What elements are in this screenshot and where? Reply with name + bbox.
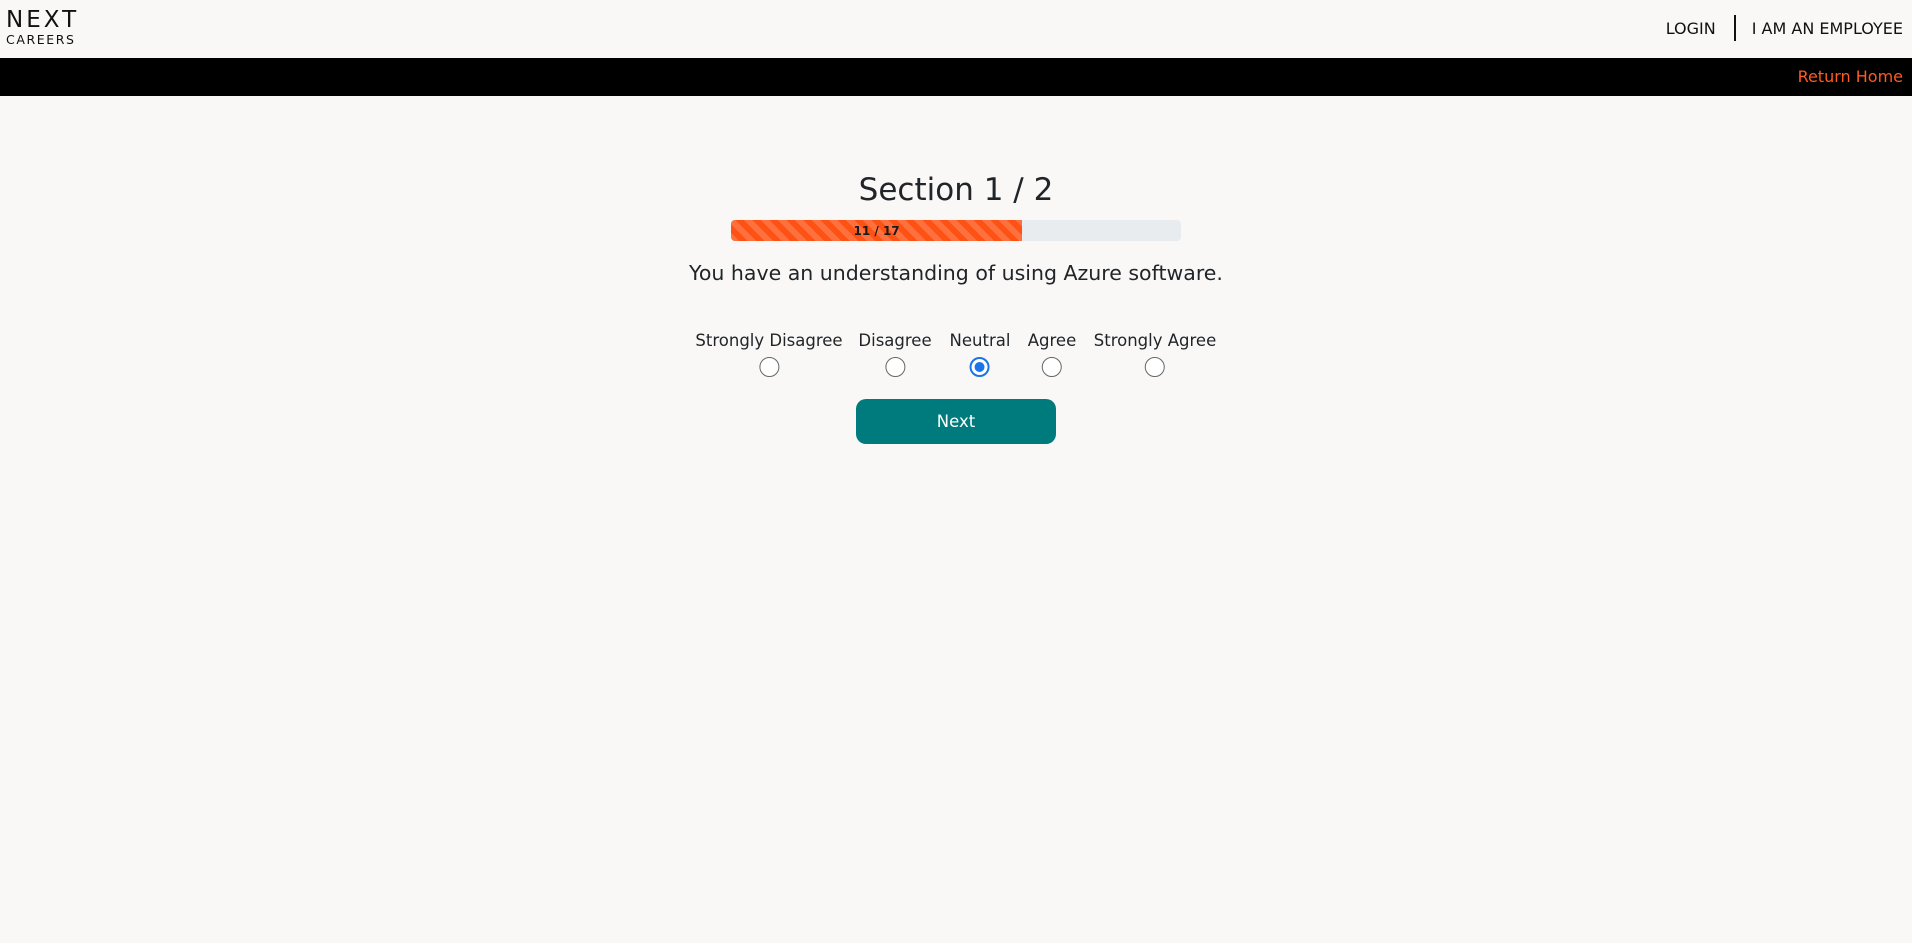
option-neutral[interactable]: Neutral	[949, 330, 1011, 377]
question-text: You have an understanding of using Azure…	[689, 261, 1223, 285]
next-careers-logo[interactable]: NEXT CAREERS	[6, 9, 79, 47]
option-label: Disagree	[858, 331, 932, 350]
option-label: Agree	[1027, 331, 1077, 350]
option-disagree[interactable]: Disagree	[858, 330, 932, 377]
option-label: Strongly Agree	[1093, 331, 1217, 350]
nav-divider	[1733, 15, 1736, 41]
site-header: NEXT CAREERS LOGIN I AM AN EMPLOYEE	[0, 0, 1912, 58]
employee-link[interactable]: I AM AN EMPLOYEE	[1752, 19, 1903, 38]
return-home-link[interactable]: Return Home	[1798, 67, 1903, 86]
section-title: Section 1 / 2	[858, 172, 1054, 208]
progress-fill: 11 / 17	[731, 220, 1023, 241]
option-strongly-disagree[interactable]: Strongly Disagree	[695, 330, 843, 377]
radio-agree[interactable]	[1042, 357, 1062, 377]
option-strongly-agree[interactable]: Strongly Agree	[1094, 330, 1216, 377]
next-button[interactable]: Next	[856, 399, 1056, 444]
logo-wordmark: NEXT	[6, 7, 80, 33]
top-navigation: LOGIN I AM AN EMPLOYEE	[1666, 15, 1903, 41]
logo-subtitle: CAREERS	[6, 32, 76, 47]
option-agree[interactable]: Agree	[1027, 330, 1077, 377]
login-link[interactable]: LOGIN	[1666, 19, 1716, 38]
radio-neutral[interactable]	[970, 357, 990, 377]
progress-bar: 11 / 17	[731, 220, 1181, 241]
radio-disagree[interactable]	[884, 357, 905, 377]
radio-strongly-disagree[interactable]	[759, 357, 779, 377]
radio-strongly-agree[interactable]	[1144, 357, 1165, 377]
secondary-nav-bar: Return Home	[0, 58, 1912, 96]
option-label: Neutral	[949, 331, 1011, 350]
option-label: Strongly Disagree	[695, 331, 843, 350]
progress-label: 11 / 17	[853, 223, 900, 238]
